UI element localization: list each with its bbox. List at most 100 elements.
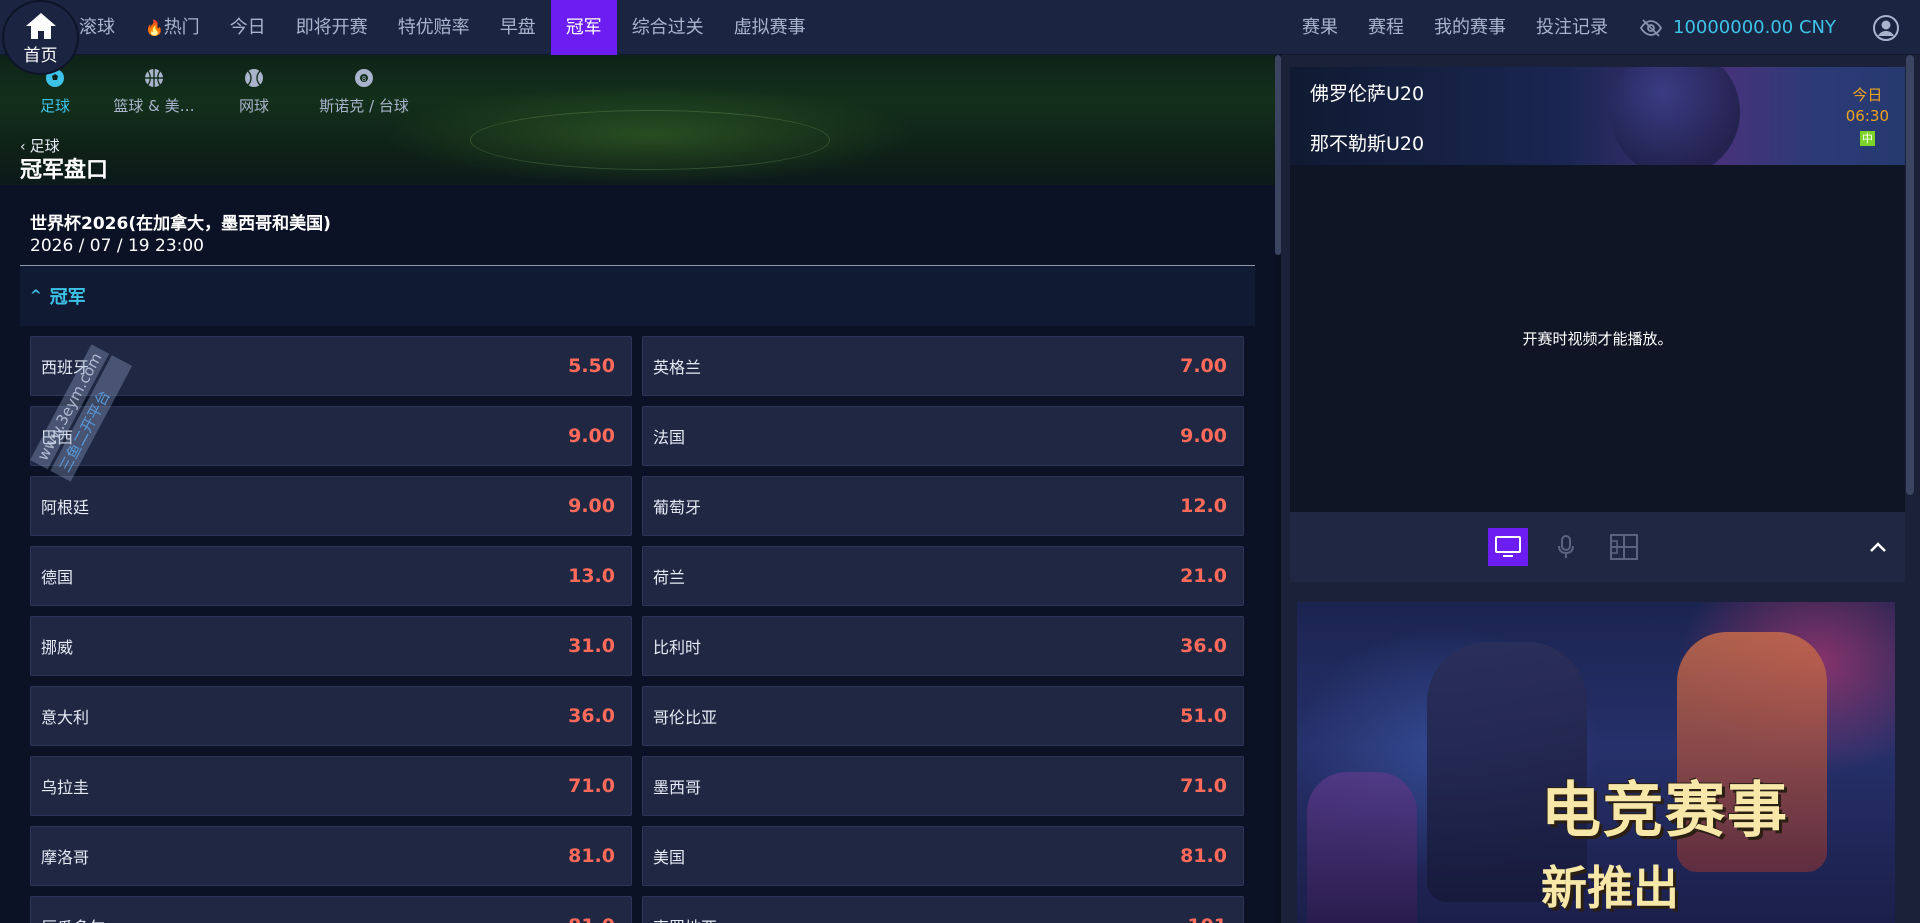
tennis-icon bbox=[243, 67, 265, 89]
field-stats-icon bbox=[1610, 534, 1638, 560]
odds-value: 81.0 bbox=[1180, 845, 1227, 867]
team-name: 法国 bbox=[653, 428, 686, 447]
main-panel: 足球 篮球 & 美… 网球 8 斯诺克 / 台球 ‹ 足球 冠军盘口 世界杯20… bbox=[0, 55, 1275, 923]
team-name: 乌拉圭 bbox=[41, 778, 90, 797]
team-name: 美国 bbox=[653, 848, 686, 867]
nav-results[interactable]: 赛果 bbox=[1287, 0, 1353, 55]
outright-odds-button[interactable]: 比利时 36.0 bbox=[642, 616, 1244, 676]
home-label: 首页 bbox=[23, 46, 58, 66]
market-toggle[interactable]: ^ 冠军 bbox=[20, 266, 1255, 326]
team-name: 厄瓜多尔 bbox=[41, 914, 105, 923]
team-name: 德国 bbox=[41, 568, 74, 587]
odds-value: 36.0 bbox=[1180, 635, 1227, 657]
tab-snooker[interactable]: 8 斯诺克 / 台球 bbox=[294, 67, 434, 116]
event-date: 2026 / 07 / 19 23:00 bbox=[30, 236, 204, 256]
odds-value: 101 bbox=[1187, 915, 1227, 923]
chevron-up-icon bbox=[1870, 542, 1886, 552]
stream-badge: 中 bbox=[1859, 131, 1875, 146]
outright-odds-button[interactable]: 墨西哥 71.0 bbox=[642, 756, 1244, 816]
right-scrollbar[interactable] bbox=[1906, 55, 1914, 923]
promo-title: 电竞赛事 bbox=[1541, 776, 1789, 846]
outright-odds-button[interactable]: 英格兰 7.00 bbox=[642, 336, 1244, 396]
home-team: 佛罗伦萨U20 bbox=[1310, 83, 1425, 105]
nav-bet-history[interactable]: 投注记录 bbox=[1521, 0, 1623, 55]
nav-today[interactable]: 今日 bbox=[215, 0, 281, 55]
nav-hot[interactable]: 🔥热门 bbox=[130, 0, 215, 55]
outright-odds-button[interactable]: 阿根廷 9.00 bbox=[30, 476, 632, 536]
match-time: 今日 06:30 中 bbox=[1846, 85, 1889, 148]
outright-odds-button[interactable]: 乌拉圭 71.0 bbox=[30, 756, 632, 816]
odds-value: 51.0 bbox=[1180, 705, 1227, 727]
team-name: 克罗地亚 bbox=[653, 914, 717, 923]
tv-button[interactable] bbox=[1488, 528, 1528, 566]
team-name: 巴西 bbox=[41, 428, 74, 447]
odds-value: 71.0 bbox=[568, 775, 615, 797]
esports-promo-banner[interactable]: 电竞赛事 新推出 bbox=[1297, 602, 1895, 923]
tab-basketball-label: 篮球 & 美… bbox=[113, 97, 195, 115]
nav-outright[interactable]: 冠军 bbox=[550, 0, 617, 55]
outright-odds-button[interactable]: 挪威 31.0 bbox=[30, 616, 632, 676]
nav-special-odds[interactable]: 特优赔率 bbox=[383, 0, 485, 55]
outright-odds-button[interactable]: 美国 81.0 bbox=[642, 826, 1244, 886]
nav-my-events[interactable]: 我的赛事 bbox=[1419, 0, 1521, 55]
promo-subtitle: 新推出 bbox=[1541, 861, 1679, 915]
outright-odds-button[interactable]: 巴西 9.00 bbox=[30, 406, 632, 466]
event-header: 世界杯2026(在加拿大，墨西哥和美国) 2026 / 07 / 19 23:0… bbox=[20, 185, 1255, 261]
outright-odds-button[interactable]: 厄瓜多尔 81.0 bbox=[30, 896, 632, 923]
fire-icon: 🔥 bbox=[145, 19, 164, 37]
promo-character bbox=[1307, 772, 1417, 923]
outright-odds-button[interactable]: 葡萄牙 12.0 bbox=[642, 476, 1244, 536]
tab-basketball[interactable]: 篮球 & 美… bbox=[94, 67, 214, 116]
tab-snooker-label: 斯诺克 / 台球 bbox=[319, 97, 409, 115]
home-icon bbox=[25, 13, 56, 39]
page-title: 冠军盘口 bbox=[20, 158, 109, 183]
odds-value: 9.00 bbox=[1180, 425, 1227, 447]
side-panel: 佛罗伦萨U20 那不勒斯U20 今日 06:30 中 开赛时视频才能播放。 电竞… bbox=[1281, 55, 1920, 923]
stats-button[interactable] bbox=[1604, 528, 1644, 566]
nav-parlay[interactable]: 综合过关 bbox=[617, 0, 719, 55]
billiards-icon: 8 bbox=[353, 67, 375, 89]
eye-off-icon[interactable] bbox=[1639, 16, 1663, 40]
nav-upcoming[interactable]: 即将开赛 bbox=[281, 0, 383, 55]
odds-value: 21.0 bbox=[1180, 565, 1227, 587]
home-button[interactable]: 首页 bbox=[2, 0, 79, 75]
outright-odds-button[interactable]: 哥伦比亚 51.0 bbox=[642, 686, 1244, 746]
nav-hot-label: 热门 bbox=[163, 17, 200, 38]
team-name: 哥伦比亚 bbox=[653, 708, 718, 727]
tab-tennis[interactable]: 网球 bbox=[214, 67, 294, 116]
tab-soccer[interactable]: 足球 bbox=[16, 67, 94, 116]
odds-value: 12.0 bbox=[1180, 495, 1227, 517]
outright-odds-button[interactable]: 意大利 36.0 bbox=[30, 686, 632, 746]
match-card[interactable]: 佛罗伦萨U20 那不勒斯U20 今日 06:30 中 bbox=[1290, 67, 1905, 165]
odds-value: 31.0 bbox=[568, 635, 615, 657]
odds-value: 81.0 bbox=[568, 915, 615, 923]
team-name: 意大利 bbox=[41, 708, 90, 727]
nav-virtual[interactable]: 虚拟赛事 bbox=[719, 0, 821, 55]
sport-header: 足球 篮球 & 美… 网球 8 斯诺克 / 台球 ‹ 足球 冠军盘口 bbox=[0, 55, 1275, 185]
outright-odds-button[interactable]: 法国 9.00 bbox=[642, 406, 1244, 466]
outright-odds-button[interactable]: 摩洛哥 81.0 bbox=[30, 826, 632, 886]
mic-button[interactable] bbox=[1546, 528, 1586, 566]
user-avatar-icon[interactable] bbox=[1872, 14, 1900, 42]
market-title: 冠军 bbox=[49, 287, 86, 308]
account-nav: 赛果 赛程 我的赛事 投注记录 10000000.00 CNY bbox=[1287, 0, 1920, 55]
team-name: 西班牙 bbox=[41, 358, 90, 377]
outright-odds-button[interactable]: 克罗地亚 101 bbox=[642, 896, 1244, 923]
nav-schedule[interactable]: 赛程 bbox=[1353, 0, 1419, 55]
main-nav: 滚球 🔥热门 今日 即将开赛 特优赔率 早盘 冠军 综合过关 虚拟赛事 bbox=[64, 0, 821, 55]
outright-content: 世界杯2026(在加拿大，墨西哥和美国) 2026 / 07 / 19 23:0… bbox=[20, 185, 1255, 923]
outright-odds-button[interactable]: 西班牙 5.50 bbox=[30, 336, 632, 396]
team-name: 挪威 bbox=[41, 638, 74, 657]
outright-odds-button[interactable]: 荷兰 21.0 bbox=[642, 546, 1244, 606]
away-team: 那不勒斯U20 bbox=[1310, 133, 1425, 155]
basketball-icon bbox=[143, 67, 165, 89]
odds-value: 13.0 bbox=[568, 565, 615, 587]
divider bbox=[20, 265, 1255, 266]
team-name: 葡萄牙 bbox=[653, 498, 702, 517]
outright-odds-button[interactable]: 德国 13.0 bbox=[30, 546, 632, 606]
nav-early[interactable]: 早盘 bbox=[485, 0, 551, 55]
tv-icon bbox=[1495, 536, 1521, 557]
ball-decoration bbox=[1610, 67, 1740, 165]
right-scrollbar-thumb[interactable] bbox=[1906, 55, 1914, 495]
collapse-button[interactable] bbox=[1858, 528, 1898, 566]
